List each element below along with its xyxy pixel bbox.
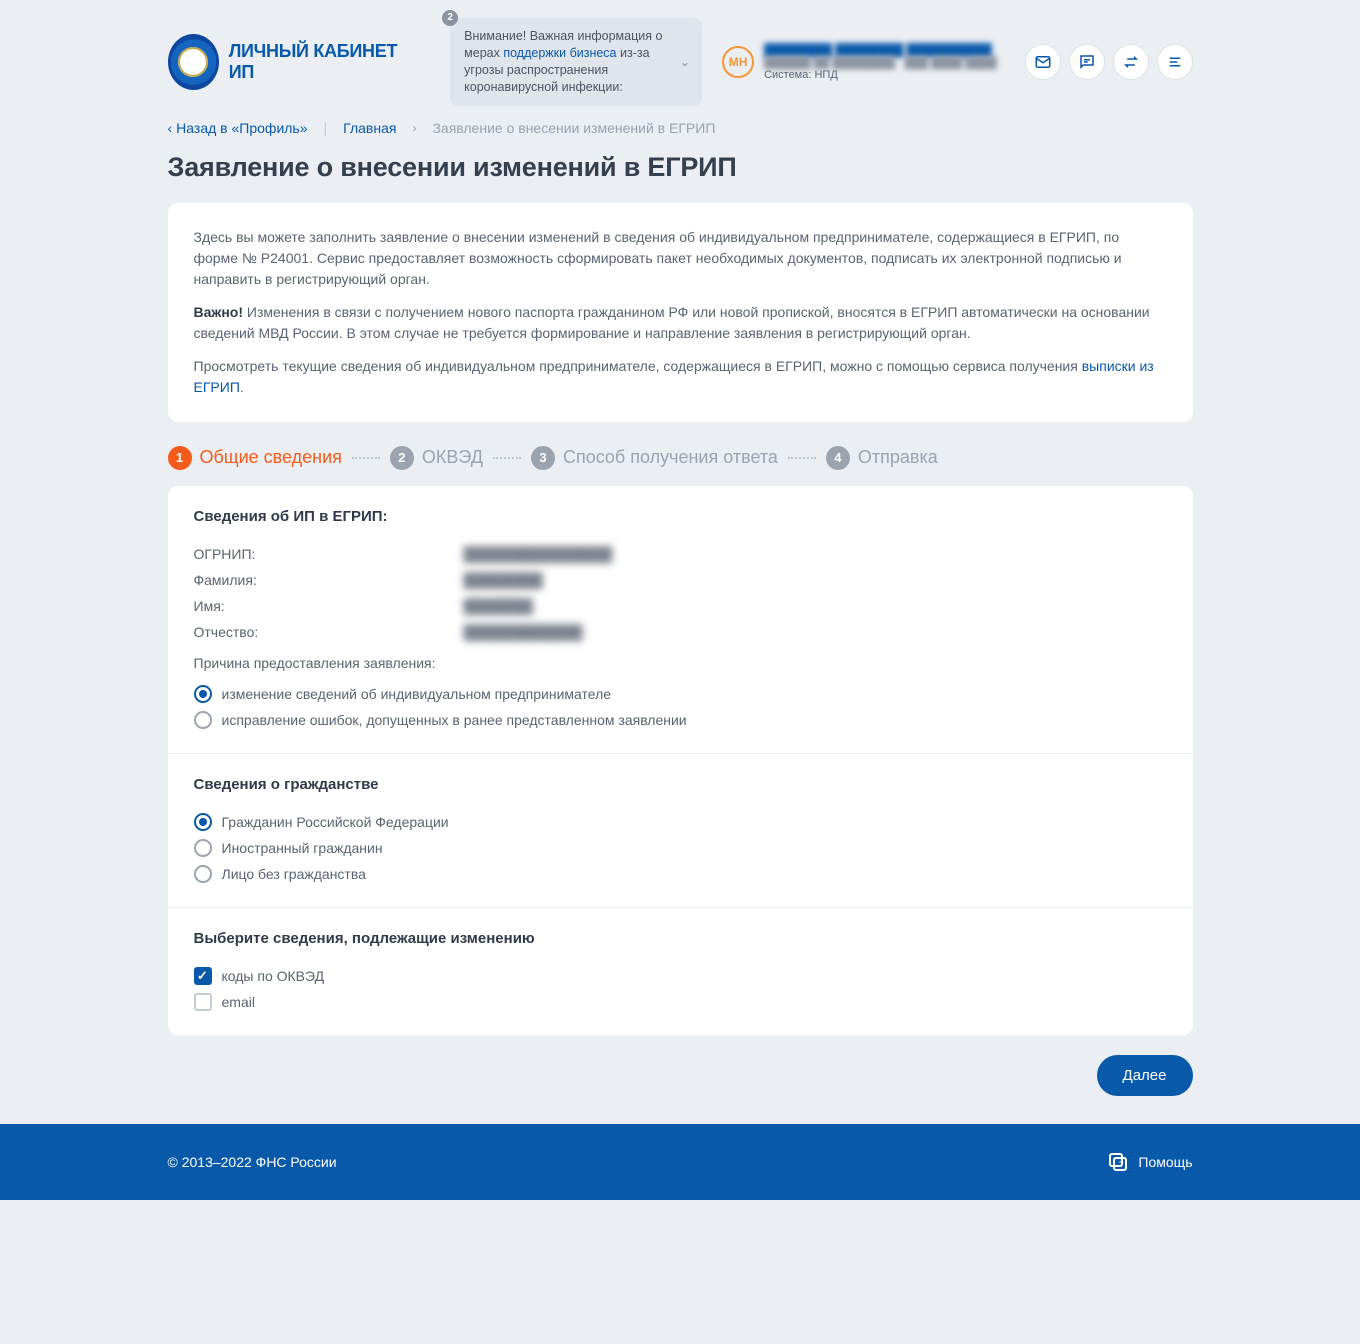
svg-text:?: ?: [1119, 1160, 1124, 1169]
swap-icon[interactable]: [1113, 44, 1149, 80]
notification-count-badge: 2: [442, 10, 458, 26]
step-send[interactable]: 4Отправка: [826, 446, 938, 470]
section-title: Сведения об ИП в ЕГРИП:: [194, 508, 1167, 525]
footer-copyright: © 2013–2022 ФНС России: [168, 1154, 337, 1170]
notification-banner[interactable]: 2 Внимание! Важная информация о мерах по…: [450, 18, 702, 106]
step-okved[interactable]: 2ОКВЭД: [390, 446, 483, 470]
header-icons: [1025, 44, 1193, 80]
radio-reason-change[interactable]: изменение сведений об индивидуальном пре…: [194, 681, 1167, 707]
mail-icon[interactable]: [1025, 44, 1061, 80]
actions: Далее: [168, 1055, 1193, 1116]
app-title: ЛИЧНЫЙ КАБИНЕТ ИП: [229, 41, 410, 83]
page-title: Заявление о внесении изменений в ЕГРИП: [168, 152, 1193, 183]
field-label-surname: Фамилия:: [194, 572, 464, 588]
section-ip-info: Сведения об ИП в ЕГРИП: ОГРНИП:█████████…: [168, 486, 1193, 754]
info-card: Здесь вы можете заполнить заявление о вн…: [168, 203, 1193, 422]
section-title: Сведения о гражданстве: [194, 776, 1167, 793]
field-value-patronymic: ████████████: [464, 624, 583, 640]
header: ЛИЧНЫЙ КАБИНЕТ ИП 2 Внимание! Важная инф…: [168, 0, 1193, 118]
user-system-label: Система:: [764, 69, 814, 81]
chevron-down-icon[interactable]: ⌄: [680, 54, 690, 70]
breadcrumb-current: Заявление о внесении изменений в ЕГРИП: [432, 120, 715, 136]
checkbox-email[interactable]: email: [194, 989, 1167, 1015]
step-response[interactable]: 3Способ получения ответа: [531, 446, 778, 470]
help-link[interactable]: ? Помощь: [1106, 1150, 1192, 1174]
field-label-name: Имя:: [194, 598, 464, 614]
field-label-ogrnip: ОГРНИП:: [194, 546, 464, 562]
notification-link[interactable]: поддержки бизнеса: [503, 46, 616, 60]
user-name: ████████ ████████ ██████████: [764, 43, 996, 57]
radio-icon: [194, 685, 212, 703]
field-value-ogrnip: ███████████████: [464, 546, 613, 562]
radio-icon: [194, 865, 212, 883]
help-icon: ?: [1106, 1150, 1130, 1174]
menu-icon[interactable]: [1157, 44, 1193, 80]
radio-icon: [194, 711, 212, 729]
section-changes: Выберите сведения, подлежащие изменению …: [168, 908, 1193, 1035]
radio-icon: [194, 839, 212, 857]
reason-label: Причина предоставления заявления:: [194, 655, 1167, 671]
chat-icon[interactable]: [1069, 44, 1105, 80]
radio-citizen-rf[interactable]: Гражданин Российской Федерации: [194, 809, 1167, 835]
step-divider: [493, 457, 521, 459]
radio-citizen-foreign[interactable]: Иностранный гражданин: [194, 835, 1167, 861]
step-divider: [788, 457, 816, 459]
step-divider: [352, 457, 380, 459]
radio-reason-fix[interactable]: исправление ошибок, допущенных в ранее п…: [194, 707, 1167, 733]
checkbox-icon: [194, 993, 212, 1011]
radio-citizen-none[interactable]: Лицо без гражданства: [194, 861, 1167, 887]
section-citizenship: Сведения о гражданстве Гражданин Российс…: [168, 754, 1193, 908]
info-p1: Здесь вы можете заполнить заявление о вн…: [194, 227, 1167, 290]
chevron-right-icon: ›: [412, 121, 416, 135]
logo-block[interactable]: ЛИЧНЫЙ КАБИНЕТ ИП: [168, 34, 411, 90]
logo-emblem-icon: [168, 34, 219, 90]
stepper: 1Общие сведения 2ОКВЭД 3Способ получения…: [168, 446, 1193, 470]
breadcrumb-separator: |: [324, 120, 328, 136]
info-p3: Просмотреть текущие сведения об индивиду…: [194, 356, 1167, 398]
info-p2: Важно! Изменения в связи с получением но…: [194, 302, 1167, 344]
footer: © 2013–2022 ФНС России ? Помощь: [0, 1124, 1360, 1200]
next-button[interactable]: Далее: [1097, 1055, 1193, 1096]
field-value-surname: ████████: [464, 572, 543, 588]
avatar[interactable]: МН: [722, 46, 754, 78]
checkbox-icon: [194, 967, 212, 985]
breadcrumb: ‹ Назад в «Профиль» | Главная › Заявлени…: [168, 118, 1193, 152]
form-card: Сведения об ИП в ЕГРИП: ОГРНИП:█████████…: [168, 486, 1193, 1035]
field-label-patronymic: Отчество:: [194, 624, 464, 640]
back-link[interactable]: ‹ Назад в «Профиль»: [168, 120, 308, 136]
chevron-left-icon: ‹: [168, 120, 173, 136]
user-subline: ██████ ██ ████████ · ███ ████ ████: [764, 57, 996, 69]
field-value-name: ███████: [464, 598, 533, 614]
breadcrumb-home[interactable]: Главная: [343, 120, 396, 136]
step-general[interactable]: 1Общие сведения: [168, 446, 342, 470]
checkbox-okved[interactable]: коды по ОКВЭД: [194, 963, 1167, 989]
radio-icon: [194, 813, 212, 831]
user-block: МН ████████ ████████ ██████████ ██████ █…: [722, 43, 996, 81]
user-system-value: НПД: [814, 69, 837, 81]
section-title: Выберите сведения, подлежащие изменению: [194, 930, 1167, 947]
